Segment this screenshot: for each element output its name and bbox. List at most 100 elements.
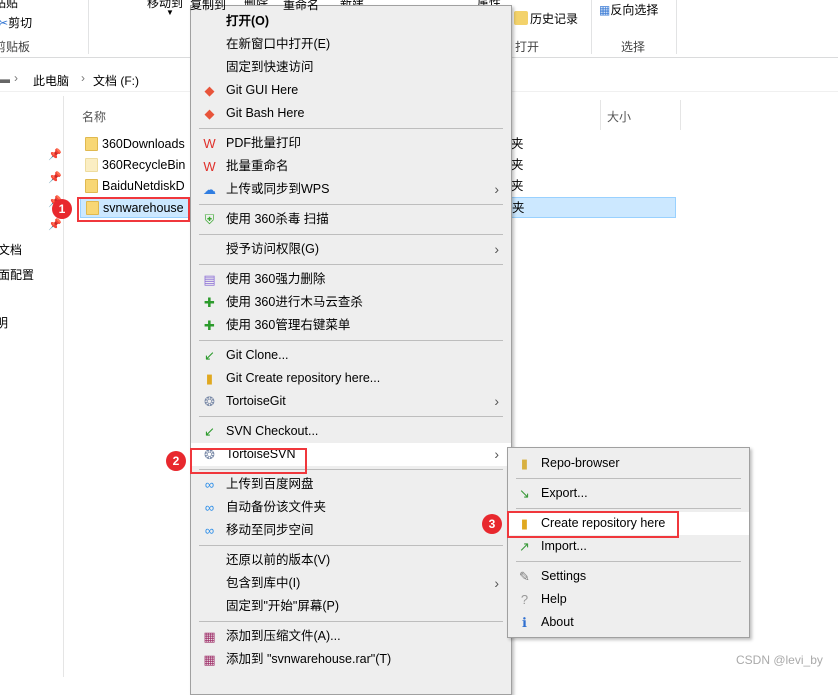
copy-to-button[interactable]: 复制到 <box>190 0 226 13</box>
help-icon: ? <box>520 592 529 607</box>
menu-separator <box>199 545 503 546</box>
menu-item[interactable]: 固定到"开始"屏幕(P) <box>191 595 511 618</box>
menu-item-label: Git Bash Here <box>226 106 305 120</box>
menu-item[interactable]: ✎ Settings <box>508 565 749 588</box>
nav-item[interactable]: 文档 <box>0 241 22 258</box>
menu-item[interactable]: ∞ 移动至同步空间 <box>191 519 511 542</box>
move-to-button[interactable]: 移动到 <box>147 0 183 11</box>
winrar-icon: ▦ <box>203 652 216 667</box>
divider <box>88 0 89 54</box>
baidu-netdisk-icon: ∞ <box>204 523 215 538</box>
menu-item[interactable]: 还原以前的版本(V) <box>191 549 511 572</box>
drive-icon: ▬ <box>0 72 10 86</box>
menu-item[interactable]: W PDF批量打印 <box>191 132 511 155</box>
chevron-right-icon: › <box>494 241 499 257</box>
menu-item[interactable]: ⛨ 使用 360杀毒 扫描 <box>191 208 511 231</box>
menu-item-label: About <box>541 615 574 629</box>
git-icon: ◆ <box>204 106 215 121</box>
menu-item[interactable]: ∞ 上传到百度网盘 <box>191 473 511 496</box>
file-name: BaiduNetdiskD <box>102 179 185 193</box>
menu-item[interactable]: ▤ 使用 360强力删除 <box>191 268 511 291</box>
git-create-repo-icon: ▮ <box>205 371 214 386</box>
tortoise-icon: ❂ <box>204 394 215 409</box>
column-header-name[interactable]: 名称 <box>82 104 106 130</box>
tortoisesvn-submenu: ▮ Repo-browser ↘ Export... ▮ Create repositor… <box>507 447 750 638</box>
menu-item[interactable]: 包含到库中(I) › <box>191 572 511 595</box>
menu-item-label: PDF批量打印 <box>226 136 302 150</box>
paste-button[interactable]: 粘贴 <box>0 0 18 11</box>
history-button[interactable]: 历史记录 <box>514 10 578 27</box>
menu-item[interactable]: 授予访问权限(G) › <box>191 238 511 261</box>
menu-item-label: 添加到压缩文件(A)... <box>226 629 341 643</box>
annotation-box <box>190 448 307 474</box>
menu-item[interactable]: ✚ 使用 360管理右键菜单 <box>191 314 511 337</box>
menu-separator <box>516 478 741 479</box>
breadcrumb-this-pc[interactable]: 此电脑 <box>33 72 69 89</box>
menu-item[interactable]: ◆ Git GUI Here <box>191 79 511 102</box>
menu-item[interactable]: ◆ Git Bash Here <box>191 102 511 125</box>
menu-item[interactable]: ↙ Git Clone... <box>191 344 511 367</box>
menu-item[interactable]: ↗ Import... <box>508 535 749 558</box>
menu-item[interactable]: 打开(O) <box>191 10 511 33</box>
menu-item-label: TortoiseGit <box>226 394 286 408</box>
menu-item[interactable]: ▦ 添加到 "svnwarehouse.rar"(T) <box>191 648 511 671</box>
menu-item-label: 在新窗口中打开(E) <box>226 37 331 51</box>
menu-item-label: Repo-browser <box>541 456 620 470</box>
breadcrumb-documents[interactable]: 文档 (F:) <box>93 72 139 89</box>
invert-selection-icon: ▦ <box>599 3 611 17</box>
menu-item-label: Export... <box>541 486 588 500</box>
menu-item[interactable]: ❂ TortoiseGit › <box>191 390 511 413</box>
menu-item[interactable]: ▮ Repo-browser <box>508 452 749 475</box>
menu-item-label: Help <box>541 592 567 606</box>
nav-item[interactable]: 面配置 <box>0 266 34 283</box>
menu-item[interactable]: ∞ 自动备份该文件夹 <box>191 496 511 519</box>
annotation-box <box>507 511 679 538</box>
menu-item[interactable]: 在新窗口中打开(E) <box>191 33 511 56</box>
cut-button[interactable]: ✂剪切 <box>0 14 32 31</box>
menu-item-label: 使用 360进行木马云查杀 <box>226 295 363 309</box>
menu-item[interactable]: 固定到快速访问 <box>191 56 511 79</box>
menu-item[interactable]: ↙ SVN Checkout... <box>191 420 511 443</box>
menu-item[interactable]: ? Help <box>508 588 749 611</box>
menu-item[interactable]: ☁ 上传或同步到WPS › <box>191 178 511 201</box>
column-header-size[interactable]: 大小 <box>607 104 631 130</box>
watermark: CSDN @levi_by <box>736 653 823 667</box>
file-name: 360Downloads <box>102 137 185 151</box>
menu-item[interactable]: W 批量重命名 <box>191 155 511 178</box>
baidu-netdisk-icon: ∞ <box>204 500 215 515</box>
menu-separator <box>516 561 741 562</box>
rename-button[interactable]: 重命名 <box>283 0 319 13</box>
pin-icon[interactable]: 📌 <box>48 171 62 184</box>
menu-item[interactable]: ✚ 使用 360进行木马云查杀 <box>191 291 511 314</box>
history-label: 历史记录 <box>530 12 579 26</box>
menu-item-label: 自动备份该文件夹 <box>226 500 327 514</box>
menu-item[interactable]: ▦ 添加到压缩文件(A)... <box>191 625 511 648</box>
menu-item-label: 上传或同步到WPS <box>226 182 330 196</box>
menu-item[interactable]: ▮ Git Create repository here... <box>191 367 511 390</box>
chevron-right-icon: › <box>494 446 499 462</box>
shield-360-icon: ⛨ <box>204 212 215 227</box>
annotation-badge: 2 <box>166 451 186 471</box>
pin-icon[interactable]: 📌 <box>48 148 62 161</box>
menu-item-label: 固定到"开始"屏幕(P) <box>226 599 340 613</box>
dropdown-arrow-icon: ▼ <box>166 8 174 17</box>
file-type: 夹 <box>511 137 524 151</box>
chevron-right-icon: › <box>494 393 499 409</box>
import-icon: ↗ <box>519 539 530 554</box>
menu-item[interactable]: ↘ Export... <box>508 482 749 505</box>
nav-item[interactable]: 明 <box>0 314 8 331</box>
chevron-right-icon: › <box>494 181 499 197</box>
menu-separator <box>199 204 503 205</box>
menu-item[interactable]: ℹ About <box>508 611 749 634</box>
navigation-pane: 📌 📌 📌 📌 文档 面配置 明 <box>0 96 64 677</box>
clipboard-group-label: 剪贴板 <box>0 40 31 54</box>
menu-item-label: 上传到百度网盘 <box>226 477 314 491</box>
chevron-right-icon: › <box>494 575 499 591</box>
menu-item-label: 固定到快速访问 <box>226 60 314 74</box>
pin-icon[interactable]: 📌 <box>48 218 62 231</box>
menu-item-label: 使用 360管理右键菜单 <box>226 318 351 332</box>
annotation-badge: 3 <box>482 514 502 534</box>
menu-item-label: 包含到库中(I) <box>226 576 301 590</box>
menu-item-label: 打开(O) <box>226 14 270 28</box>
invert-selection-button[interactable]: ▦反向选择 <box>599 1 658 18</box>
